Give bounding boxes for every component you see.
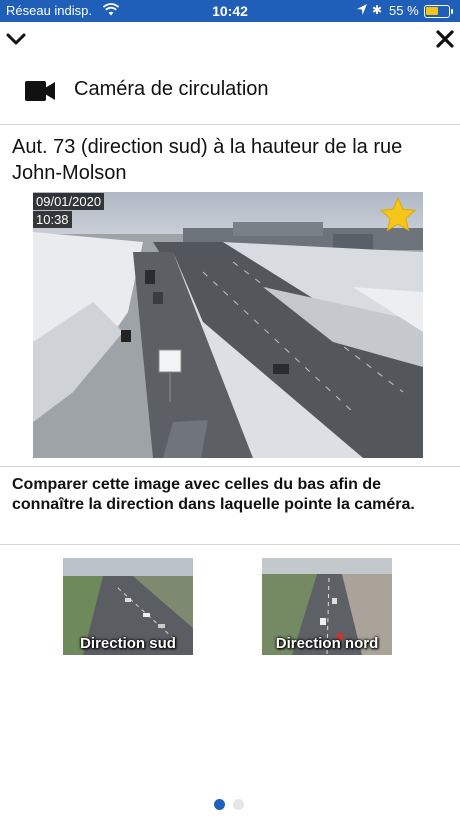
page-dot-active[interactable] — [214, 799, 225, 810]
direction-sud-thumbnail[interactable]: Direction sud — [63, 558, 193, 655]
direction-nord-thumbnail[interactable]: Direction nord — [262, 558, 392, 655]
camera-time-stamp: 10:38 — [33, 211, 72, 228]
instructions-divider — [0, 544, 460, 545]
star-icon[interactable] — [379, 196, 417, 234]
direction-nord-label: Direction nord — [275, 635, 379, 652]
page-dot-inactive[interactable] — [233, 799, 244, 810]
battery-icon — [424, 5, 450, 18]
video-camera-icon — [25, 81, 55, 101]
battery-percent: 55 % — [389, 3, 419, 18]
direction-sud-label: Direction sud — [80, 635, 176, 652]
battery-fill — [426, 7, 438, 15]
battery-tip — [451, 9, 453, 14]
status-bar: Réseau indisp. 10:42 ✱ 55 % — [0, 0, 460, 22]
comparison-instructions: Comparer cette image avec celles du bas … — [12, 476, 415, 513]
chevron-down-icon[interactable] — [5, 30, 27, 48]
page-title: Caméra de circulation — [74, 78, 269, 100]
header-divider — [0, 124, 460, 125]
camera-date-stamp: 09/01/2020 — [33, 193, 105, 210]
bluetooth-icon: ✱ — [372, 3, 383, 17]
close-icon[interactable] — [434, 28, 456, 50]
camera-image — [33, 192, 423, 458]
location-arrow-icon — [357, 4, 367, 15]
camera-location-title: Aut. 73 (direction sud) à la hauteur de … — [12, 136, 403, 184]
image-divider — [0, 466, 460, 467]
